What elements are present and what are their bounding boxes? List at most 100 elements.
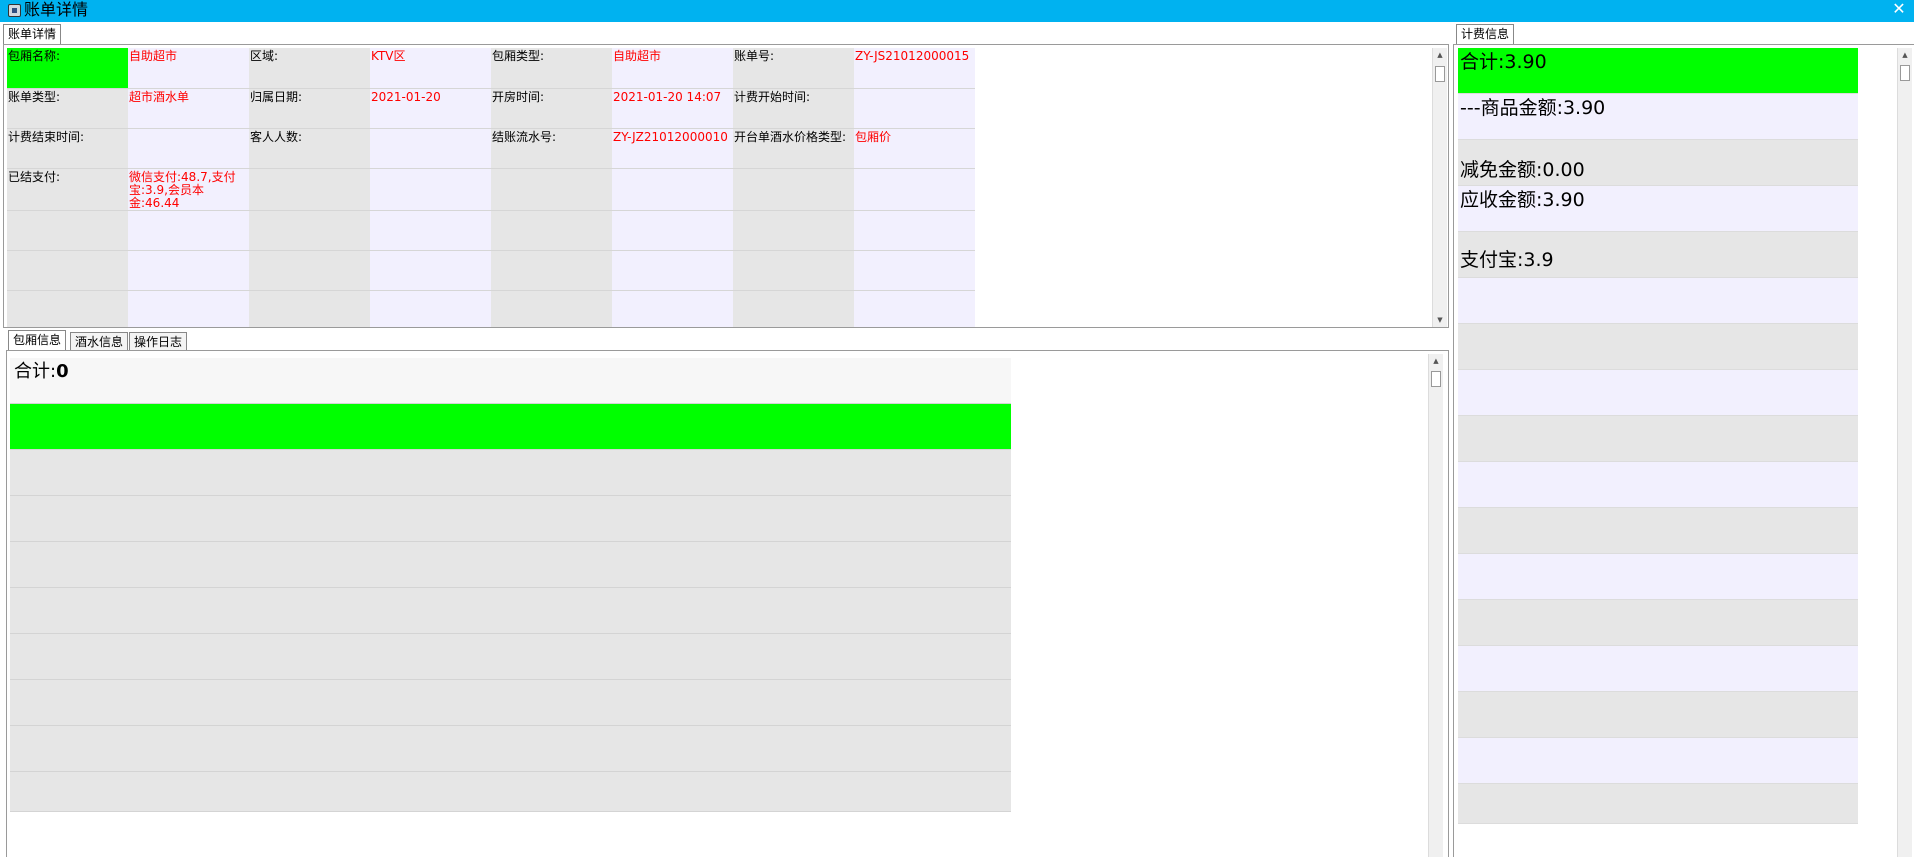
empty-cell (612, 210, 733, 251)
empty-cell (370, 168, 491, 211)
field-label: 开台单酒水价格类型: (733, 128, 854, 169)
empty-cell (854, 250, 975, 291)
alipay-row: 支付宝:3.9 (1458, 232, 1858, 278)
field-value (854, 88, 975, 129)
field-label: 账单号: (733, 48, 854, 89)
title-bar: 账单详情 ✕ (0, 0, 1914, 22)
field-label: 计费开始时间: (733, 88, 854, 129)
empty-cell (612, 250, 733, 291)
table-row[interactable] (10, 496, 1011, 542)
field-label: 结账流水号: (491, 128, 612, 169)
scroll-down-icon[interactable]: ▼ (1433, 313, 1447, 327)
list-item (1458, 600, 1858, 646)
table-row[interactable] (10, 542, 1011, 588)
empty-cell (249, 290, 370, 327)
scroll-up-icon[interactable]: ▲ (1433, 48, 1447, 62)
window-title: 账单详情 (24, 0, 89, 19)
table-row (7, 290, 975, 327)
field-label: 包厢类型: (491, 48, 612, 89)
tab-billing-info[interactable]: 计费信息 (1456, 24, 1515, 44)
receivable-amount-row: 应收金额:3.90 (1458, 186, 1858, 232)
empty-cell (733, 168, 854, 211)
field-value: KTV区 (370, 48, 491, 89)
close-icon[interactable]: ✕ (1890, 0, 1908, 20)
bill-detail-scrollbar[interactable]: ▲ ▼ (1432, 48, 1447, 327)
table-row[interactable] (10, 404, 1011, 450)
table-row[interactable] (10, 634, 1011, 680)
field-label: 已结支付: (7, 168, 128, 211)
billing-info-list: 合计:3.90 ---商品金额:3.90 减免金额:0.00 应收金额:3.90… (1458, 48, 1858, 824)
empty-cell (733, 250, 854, 291)
table-row: 包厢名称: 自助超市 区域: KTV区 包厢类型: 自助超市 账单号: ZY-J… (7, 48, 975, 89)
empty-cell (128, 210, 249, 251)
list-item (1458, 462, 1858, 508)
tab-room-info-label: 包厢信息 (13, 333, 62, 347)
empty-cell (128, 250, 249, 291)
billing-info-scrollbar[interactable]: ▲ (1897, 48, 1912, 857)
field-value: 微信支付:48.7,支付宝:3.9,会员本金:46.44 (128, 168, 249, 211)
room-info-list: 合计:0 (10, 358, 1011, 812)
empty-cell (7, 290, 128, 327)
field-value (128, 128, 249, 169)
room-total-value: 0 (56, 361, 69, 382)
field-label: 归属日期: (249, 88, 370, 129)
empty-cell (612, 290, 733, 327)
scroll-up-icon[interactable]: ▲ (1898, 48, 1912, 62)
table-row[interactable] (10, 680, 1011, 726)
empty-cell (612, 168, 733, 211)
tab-room-info[interactable]: 包厢信息 (8, 330, 67, 350)
room-total-label: 合计: (14, 361, 57, 382)
list-item (1458, 692, 1858, 738)
field-value: ZY-JZ21012000010 (612, 128, 733, 169)
list-item (1458, 738, 1858, 784)
empty-cell (854, 210, 975, 251)
table-row (7, 250, 975, 291)
table-row[interactable] (10, 588, 1011, 634)
empty-cell (854, 168, 975, 211)
scroll-thumb[interactable] (1435, 66, 1445, 82)
table-row: 计费结束时间: 客人人数: 结账流水号: ZY-JZ21012000010 开台… (7, 128, 975, 169)
empty-cell (249, 210, 370, 251)
empty-cell (128, 290, 249, 327)
list-item (1458, 784, 1858, 824)
tab-operation-log-label: 操作日志 (134, 335, 183, 349)
tab-drink-info[interactable]: 酒水信息 (70, 332, 129, 350)
table-row (7, 210, 975, 251)
empty-cell (854, 290, 975, 327)
table-row[interactable] (10, 772, 1011, 812)
empty-cell (249, 250, 370, 291)
list-item (1458, 278, 1858, 324)
list-item (1458, 554, 1858, 600)
table-row: 账单类型: 超市酒水单 归属日期: 2021-01-20 开房时间: 2021-… (7, 88, 975, 129)
field-value: 自助超市 (612, 48, 733, 89)
table-row[interactable] (10, 450, 1011, 496)
tab-billing-info-label: 计费信息 (1461, 27, 1510, 41)
field-value: 2021-01-20 (370, 88, 491, 129)
tab-bill-detail[interactable]: 账单详情 (3, 24, 62, 44)
table-row[interactable] (10, 726, 1011, 772)
list-item (1458, 416, 1858, 462)
field-value (370, 128, 491, 169)
empty-cell (491, 168, 612, 211)
list-item (1458, 324, 1858, 370)
room-total-row: 合计:0 (10, 358, 1011, 404)
field-label: 区域: (249, 48, 370, 89)
room-info-scrollbar[interactable]: ▲ (1428, 354, 1443, 857)
empty-cell (7, 210, 128, 251)
empty-cell (491, 210, 612, 251)
empty-cell (370, 210, 491, 251)
bill-detail-grid: 包厢名称: 自助超市 区域: KTV区 包厢类型: 自助超市 账单号: ZY-J… (7, 48, 975, 327)
field-label: 包厢名称: (7, 48, 128, 89)
field-label: 计费结束时间: (7, 128, 128, 169)
scroll-thumb[interactable] (1900, 65, 1910, 81)
table-row: 已结支付: 微信支付:48.7,支付宝:3.9,会员本金:46.44 (7, 168, 975, 211)
empty-cell (733, 210, 854, 251)
tab-operation-log[interactable]: 操作日志 (129, 332, 188, 350)
scroll-up-icon[interactable]: ▲ (1429, 354, 1443, 368)
tab-bill-detail-label: 账单详情 (8, 27, 57, 41)
tab-drink-info-label: 酒水信息 (75, 335, 124, 349)
empty-cell (370, 250, 491, 291)
scroll-thumb[interactable] (1431, 371, 1441, 387)
list-item (1458, 646, 1858, 692)
list-item (1458, 508, 1858, 554)
